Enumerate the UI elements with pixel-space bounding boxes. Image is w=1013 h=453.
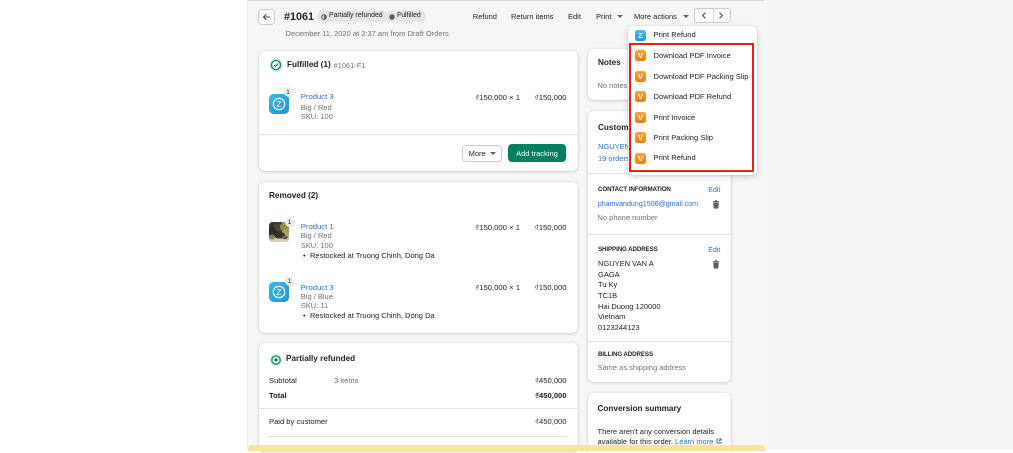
svg-text:Z: Z <box>276 99 281 109</box>
svg-text:Z: Z <box>638 31 643 40</box>
svg-text:Z: Z <box>276 287 281 297</box>
